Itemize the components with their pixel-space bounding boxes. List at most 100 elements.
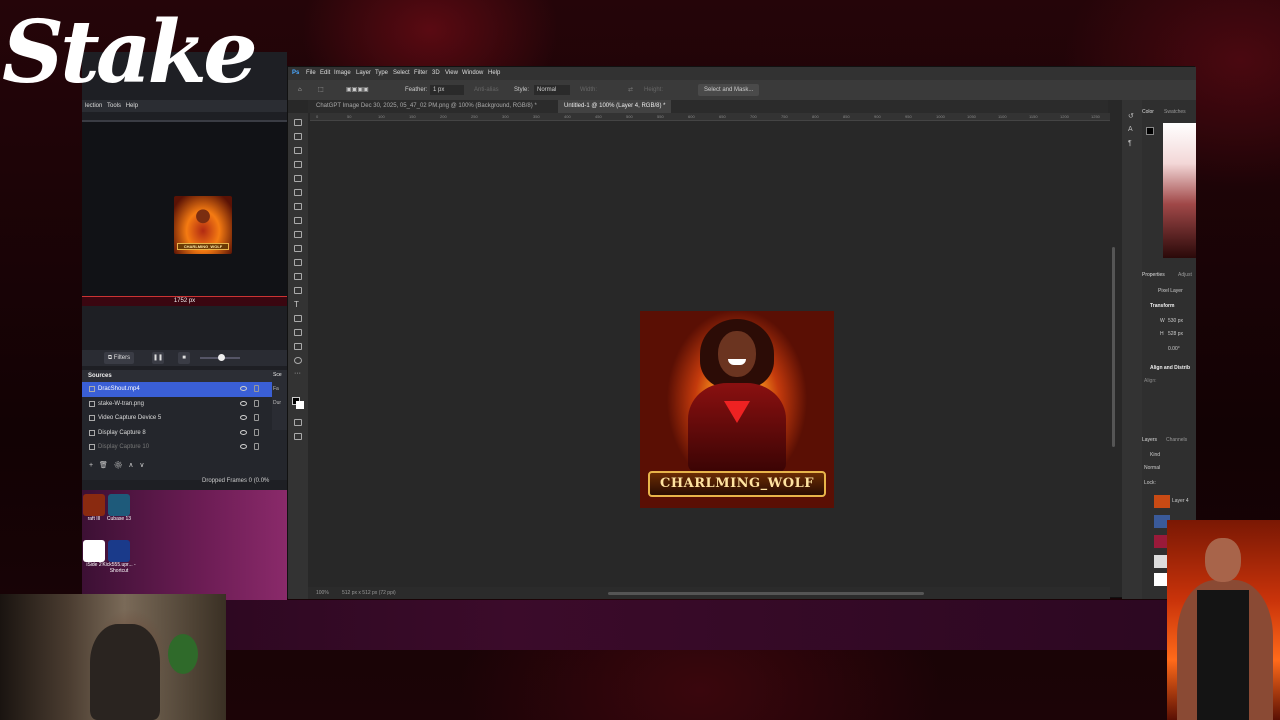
source-item[interactable]: DracShout.mp4 xyxy=(82,382,287,397)
lock-icon[interactable] xyxy=(254,443,259,450)
selection-mode-icon[interactable]: ▣▣▣▣ xyxy=(346,80,369,100)
lock-icon[interactable] xyxy=(254,428,259,436)
tab-properties[interactable]: Properties xyxy=(1142,270,1165,280)
lock-icon[interactable] xyxy=(254,385,259,392)
lasso-tool-icon[interactable] xyxy=(294,147,302,154)
stamp-tool-icon[interactable] xyxy=(294,231,302,238)
menu-type[interactable]: Type xyxy=(375,67,388,80)
menu-image[interactable]: Image xyxy=(334,67,351,80)
ps-logo-icon: Ps xyxy=(292,70,300,76)
desktop-icon[interactable]: Kick555.upr... - Shortcut xyxy=(99,540,139,574)
canvas-artwork[interactable]: CHARLMING_WOLF xyxy=(640,311,834,508)
menu-view[interactable]: View xyxy=(445,67,458,80)
menu-edit[interactable]: Edit xyxy=(320,67,330,80)
obs-preview[interactable]: CHARLMING_WOLF xyxy=(82,120,287,296)
source-item[interactable]: Video Capture Device 5 xyxy=(82,411,287,426)
stop-icon[interactable]: ■ xyxy=(178,352,190,364)
desktop-icon[interactable]: Cubase 13 xyxy=(99,494,139,522)
hand-tool-icon[interactable] xyxy=(294,343,302,350)
history-brush-icon[interactable] xyxy=(294,245,302,252)
ruler-tick: 900 xyxy=(874,114,881,119)
tab-untitled-1[interactable]: Untitled-1 @ 100% (Layer 4, RGB/8) * xyxy=(558,100,672,113)
angle-field[interactable]: 0.00° xyxy=(1168,346,1180,352)
layer-thumbnail[interactable] xyxy=(1154,495,1170,508)
zoom-tool-icon[interactable] xyxy=(294,357,302,364)
zoom-level[interactable]: 100% xyxy=(316,590,329,596)
pen-tool-icon[interactable] xyxy=(294,287,302,294)
menu-select[interactable]: Select xyxy=(393,67,410,80)
slider-handle[interactable] xyxy=(218,354,225,361)
eraser-tool-icon[interactable] xyxy=(294,259,302,266)
webcam-head xyxy=(1205,538,1241,582)
eye-icon[interactable] xyxy=(240,386,247,391)
lock-icon[interactable] xyxy=(254,399,259,407)
quick-select-icon[interactable] xyxy=(294,161,302,168)
move-tool-icon[interactable] xyxy=(294,119,302,126)
layer-name[interactable]: Layer 4 xyxy=(1172,498,1189,504)
filters-button[interactable]: ⧉ Filters xyxy=(104,352,134,364)
tab-layers[interactable]: Layers xyxy=(1142,435,1157,445)
menu-layer[interactable]: Layer xyxy=(356,67,371,80)
image-icon xyxy=(89,400,95,407)
height-field[interactable]: 528 px xyxy=(1168,331,1183,337)
ruler-tick: 950 xyxy=(905,114,912,119)
quick-mask-icon[interactable] xyxy=(294,419,302,426)
marquee-tool-icon[interactable]: ⬚ xyxy=(318,80,324,100)
history-icon[interactable]: ↺ xyxy=(1128,112,1134,120)
style-select[interactable]: Normal xyxy=(534,85,570,95)
chevron-down-icon[interactable]: ∨ xyxy=(139,462,144,469)
paragraph-icon[interactable]: ¶ xyxy=(1128,140,1132,147)
more-tools-icon[interactable]: ··· xyxy=(294,370,302,378)
source-item[interactable]: Display Capture 10 xyxy=(82,440,287,455)
add-icon[interactable]: + xyxy=(89,462,93,469)
volume-slider[interactable] xyxy=(200,354,240,361)
pause-icon[interactable]: ❚❚ xyxy=(152,352,164,364)
eye-hidden-icon[interactable] xyxy=(240,444,247,449)
source-item[interactable]: stake-W-tran.png xyxy=(82,397,287,412)
tab-chatgpt-image[interactable]: ChatGPT Image Dec 30, 2025, 05_47_02 PM.… xyxy=(310,100,543,113)
swap-icon[interactable]: ⇄ xyxy=(628,80,633,100)
gradient-tool-icon[interactable] xyxy=(294,273,302,280)
tab-adjustments[interactable]: Adjust xyxy=(1178,270,1192,280)
eye-icon[interactable] xyxy=(240,415,247,420)
vertical-scrollbar[interactable] xyxy=(1112,247,1115,447)
source-label: stake-W-tran.png xyxy=(98,400,144,407)
menu-file[interactable]: File xyxy=(306,67,316,80)
source-item[interactable]: Display Capture 8 xyxy=(82,426,287,441)
lock-icon[interactable] xyxy=(254,414,259,421)
menu-window[interactable]: Window xyxy=(462,67,483,80)
type-tool-icon[interactable]: T xyxy=(294,301,302,309)
feather-input[interactable]: 1 px xyxy=(430,85,464,95)
chevron-up-icon[interactable]: ∧ xyxy=(128,462,133,469)
brush-tool-icon[interactable] xyxy=(294,217,302,224)
color-foreground-swatch[interactable] xyxy=(1146,127,1154,135)
gear-icon[interactable]: ⚙ xyxy=(114,462,123,469)
rectangle-tool-icon[interactable] xyxy=(294,329,302,336)
layer-filter-kind[interactable]: Kind xyxy=(1150,452,1160,458)
path-select-icon[interactable] xyxy=(294,315,302,322)
blend-mode-select[interactable]: Normal xyxy=(1144,465,1160,471)
horizontal-scrollbar[interactable] xyxy=(608,592,924,595)
tab-channels[interactable]: Channels xyxy=(1166,435,1187,445)
color-picker-field[interactable] xyxy=(1163,123,1196,258)
character-icon[interactable]: A xyxy=(1128,126,1133,133)
marquee-tool-icon[interactable] xyxy=(294,133,302,140)
tab-color[interactable]: Color xyxy=(1142,107,1154,117)
menu-help[interactable]: Help xyxy=(488,67,500,80)
document-canvas[interactable]: CHARLMING_WOLF xyxy=(310,121,1110,587)
screen-mode-icon[interactable] xyxy=(294,433,302,440)
home-icon[interactable]: ⌂ xyxy=(298,80,302,100)
menu-3d[interactable]: 3D xyxy=(432,67,440,80)
menu-filter[interactable]: Filter xyxy=(414,67,427,80)
select-and-mask-button[interactable]: Select and Mask... xyxy=(698,84,760,96)
background-color-swatch[interactable] xyxy=(296,401,304,409)
anti-alias-checkbox[interactable]: Anti-alias xyxy=(474,80,499,100)
width-field[interactable]: 530 px xyxy=(1168,318,1183,324)
eyedropper-icon[interactable] xyxy=(294,189,302,196)
trash-icon[interactable]: 🗑 xyxy=(99,462,108,469)
eye-icon[interactable] xyxy=(240,400,247,406)
healing-brush-icon[interactable] xyxy=(294,203,302,210)
crop-tool-icon[interactable] xyxy=(294,175,302,182)
tab-swatches[interactable]: Swatches xyxy=(1164,107,1186,117)
eye-icon[interactable] xyxy=(240,429,247,435)
